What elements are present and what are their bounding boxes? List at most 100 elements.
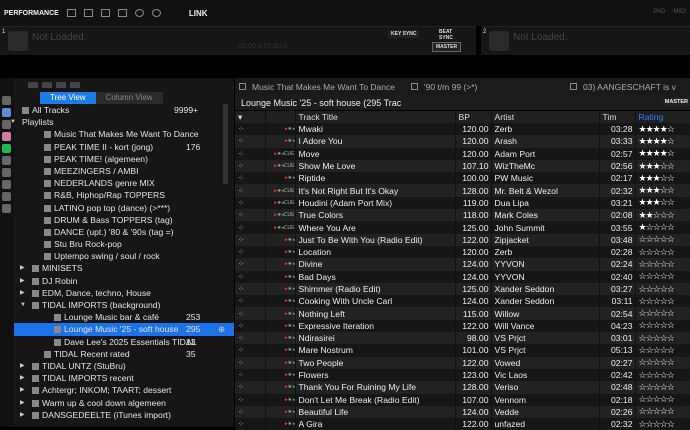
- scrollbar[interactable]: [223, 104, 228, 184]
- filter-icon[interactable]: ▾: [235, 111, 266, 123]
- rating-stars[interactable]: ☆☆☆☆☆: [635, 418, 690, 430]
- tree-item[interactable]: Uptempo swing / soul / rock: [14, 250, 234, 262]
- rating-stars[interactable]: ☆☆☆☆☆: [635, 307, 690, 320]
- table-row[interactable]: ⁘ ▸★◂ Nothing Left 115.00 Willow 02:54 ☆…: [235, 307, 690, 320]
- pane-tab[interactable]: '90 t/m 99 (>*): [424, 82, 564, 92]
- add-icon[interactable]: ⊕: [218, 323, 225, 335]
- rating-stars[interactable]: ★★☆☆☆: [635, 209, 690, 222]
- tree-item[interactable]: ▼ Playlists: [10, 116, 234, 128]
- tree-item[interactable]: PEAK TIME II - kort (jong) 176: [14, 141, 234, 153]
- table-row[interactable]: ⁘ ▸★◂CUE Houdini (Adam Port Mix) 119.00 …: [235, 196, 690, 210]
- grid-icon[interactable]: [100, 9, 110, 17]
- table-row[interactable]: ⁘ ▸★◂ I Adore You 120.00 Arash 03:33 ★★★…: [235, 135, 690, 148]
- tree-item[interactable]: ▶ Achtergr; INKOM; TAART; dessert: [14, 384, 234, 396]
- table-row[interactable]: ⁘ ▸★◂ Bad Days 124.00 YYVON 02:40 ☆☆☆☆☆: [235, 270, 690, 283]
- record-icon[interactable]: [134, 9, 144, 17]
- rating-stars[interactable]: ☆☆☆☆☆: [635, 368, 690, 382]
- tab-column-view[interactable]: Column View: [95, 92, 163, 104]
- list-icon[interactable]: [70, 82, 80, 88]
- tree-item[interactable]: ▶ TIDAL IMPORTS recent: [14, 372, 234, 384]
- table-row[interactable]: ⁘ ▸★◂ Divine 124.00 YYVON 02:24 ☆☆☆☆☆: [235, 258, 690, 271]
- history-icon[interactable]: [2, 192, 11, 201]
- rating-stars[interactable]: ☆☆☆☆☆: [635, 344, 690, 357]
- table-row[interactable]: ⁘ ▸★◂ Two People 122.00 Vowed 02:27 ☆☆☆☆…: [235, 356, 690, 369]
- rating-stars[interactable]: ☆☆☆☆☆: [635, 258, 690, 271]
- rating-stars[interactable]: ☆☆☆☆☆: [635, 393, 690, 406]
- table-row[interactable]: ⁘ ▸★◂ Don't Let Me Break (Radio Edit) 10…: [235, 393, 690, 406]
- rating-stars[interactable]: ★★★★☆: [635, 123, 690, 136]
- table-row[interactable]: ⁘ ▸★◂CUE True Colors 118.00 Mark Coles 0…: [235, 209, 690, 222]
- tree-item[interactable]: R&B, Hiphop/Rap TOPPERS: [14, 189, 234, 201]
- chevron-down-icon[interactable]: ▼: [20, 299, 26, 311]
- table-row[interactable]: ⁘ ▸★◂ Cooking With Uncle Carl 124.00 Xan…: [235, 295, 690, 308]
- view-icon[interactable]: [42, 82, 52, 88]
- link-button[interactable]: LINK: [189, 9, 208, 18]
- user-icon[interactable]: [151, 9, 161, 17]
- tree-item[interactable]: MEEZINGERS / AMBI: [14, 165, 234, 177]
- tree-item[interactable]: Dave Lee's 2025 Essentials TIDAL 13: [14, 336, 234, 348]
- table-row[interactable]: ⁘ ▸★◂ Ndirasirei 98.00 VS Prjct 03:01 ☆☆…: [235, 332, 690, 345]
- column-rating[interactable]: Rating: [635, 111, 690, 123]
- table-row[interactable]: ⁘ ▸★◂ Location 120.00 Zerb 02:28 ☆☆☆☆☆: [235, 245, 690, 259]
- pad-button[interactable]: PAD: [653, 9, 665, 15]
- rating-stars[interactable]: ★★★☆☆: [635, 184, 690, 197]
- table-row[interactable]: ⁘ ▸★◂ Just To Be With You (Radio Edit) 1…: [235, 233, 690, 246]
- tree-item[interactable]: TIDAL Recent rated 35: [14, 348, 234, 360]
- mixer-icon[interactable]: [117, 9, 127, 17]
- tree-item[interactable]: Lounge Music bar & café 253: [14, 311, 234, 323]
- table-row[interactable]: ⁘ ▸★◂ Flowers 123.00 Vic Laos 02:42 ☆☆☆☆…: [235, 368, 690, 382]
- tidal-icon[interactable]: [2, 156, 11, 165]
- tree-item[interactable]: Lounge Music '25 - soft house 295 ⊕: [14, 323, 234, 336]
- rating-stars[interactable]: ★★★☆☆: [635, 196, 690, 210]
- table-row[interactable]: ⁘ ▸★◂ Shimmer (Radio Edit) 125.00 Xander…: [235, 282, 690, 296]
- table-row[interactable]: ⁘ ▸★◂ Expressive Iteration 122.00 Will V…: [235, 319, 690, 333]
- table-row[interactable]: ⁘ ▸★◂CUE Move 120.00 Adam Port 02:57 ★★★…: [235, 147, 690, 160]
- table-row[interactable]: ⁘ ▸★◂CUE It's Not Right But It's Okay 12…: [235, 184, 690, 197]
- tree-item[interactable]: ▶ DJ Robin: [14, 275, 234, 287]
- device-icon[interactable]: [2, 168, 11, 177]
- itunes-icon[interactable]: [2, 132, 11, 141]
- tree-item[interactable]: ▶ DANSGEDEELTE (iTunes import): [14, 409, 234, 421]
- rating-stars[interactable]: ☆☆☆☆☆: [635, 282, 690, 296]
- chevron-right-icon[interactable]: ▶: [20, 287, 25, 299]
- table-row[interactable]: ⁘ ▸★◂CUE Show Me Love 107.10 WizTheMc 02…: [235, 159, 690, 173]
- tree-item[interactable]: ▶ MINISETS: [14, 262, 234, 274]
- column-artist[interactable]: Artist: [491, 111, 600, 123]
- tree-item[interactable]: ▶ EDM, Dance, techno, House: [14, 287, 234, 299]
- view-icon[interactable]: [56, 82, 66, 88]
- table-row[interactable]: ⁘ ▸★◂ Riptide 100.00 PW Music 02:17 ★★★☆…: [235, 172, 690, 185]
- column-bpm[interactable]: BP: [455, 111, 492, 123]
- master-button[interactable]: MASTER: [662, 98, 690, 107]
- table-row[interactable]: ⁘ ▸★◂ Mare Nostrum 101.00 VS Prjct 05:13…: [235, 344, 690, 357]
- table-row[interactable]: ⁘ ▸★◂ Mwaki 120.00 Zerb 03:28 ★★★★☆: [235, 123, 690, 136]
- tree-item[interactable]: PEAK TIME! (algemeen): [14, 153, 234, 165]
- rating-stars[interactable]: ★☆☆☆☆: [635, 221, 690, 234]
- chevron-right-icon[interactable]: ▶: [20, 397, 25, 409]
- rating-stars[interactable]: ★★★★☆: [635, 135, 690, 148]
- column-time[interactable]: Tim: [599, 111, 636, 123]
- chevron-right-icon[interactable]: ▶: [20, 275, 25, 287]
- chevron-right-icon[interactable]: ▶: [20, 372, 25, 384]
- chevron-down-icon[interactable]: ▼: [10, 116, 16, 128]
- tree-item[interactable]: ▶ TIDAL UNTZ (StuBru): [14, 360, 234, 372]
- rating-stars[interactable]: ★★★★☆: [635, 147, 690, 160]
- tree-item[interactable]: Stu Bru Rock-pop: [14, 238, 234, 250]
- tab-tree-view[interactable]: Tree View: [40, 92, 96, 104]
- chevron-right-icon[interactable]: ▶: [20, 360, 25, 372]
- rating-stars[interactable]: ☆☆☆☆☆: [635, 233, 690, 246]
- tree-item[interactable]: DANCE (upt.) '80 & '90s (tag =): [14, 226, 234, 238]
- key-sync-button[interactable]: KEY SYNC: [388, 30, 420, 38]
- table-row[interactable]: ⁘ ▸★◂CUE Where You Are 125.00 John Summi…: [235, 221, 690, 234]
- bookmark-icon[interactable]: [2, 96, 11, 105]
- table-row[interactable]: ⁘ ▸★◂ Beautiful Life 124.00 Vedde 02:26 …: [235, 405, 690, 419]
- spotify-icon[interactable]: [2, 144, 11, 153]
- rating-stars[interactable]: ☆☆☆☆☆: [635, 295, 690, 308]
- table-row[interactable]: ⁘ ▸★◂ A Gira 122.00 unfazed 02:32 ☆☆☆☆☆: [235, 418, 690, 430]
- rating-stars[interactable]: ☆☆☆☆☆: [635, 332, 690, 345]
- rating-stars[interactable]: ☆☆☆☆☆: [635, 356, 690, 369]
- column-track-title[interactable]: Track Title: [295, 111, 456, 123]
- tree-item[interactable]: DRUM & Bass TOPPERS (tag): [14, 214, 234, 226]
- rating-stars[interactable]: ☆☆☆☆☆: [635, 319, 690, 333]
- beat-sync-button[interactable]: BEAT SYNC: [436, 28, 458, 42]
- midi-button[interactable]: MIDI: [673, 9, 686, 15]
